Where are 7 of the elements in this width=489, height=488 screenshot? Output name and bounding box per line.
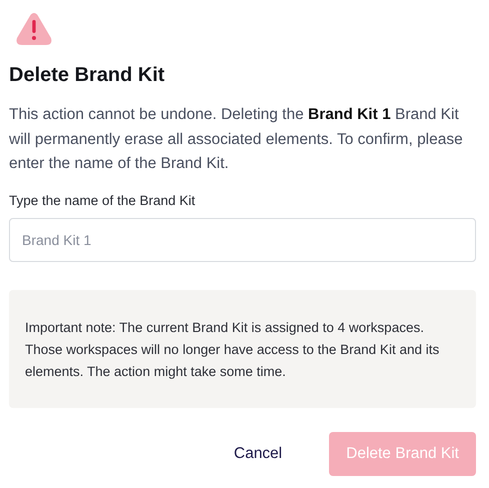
- dialog-message: This action cannot be undone. Deleting the Brand Kit 1 Brand Kit will permanently erase all associated elements. To confirm, please enter the name of the Brand Kit.: [9, 105, 464, 174]
- dialog-title: Delete Brand Kit: [9, 64, 166, 87]
- note-text: Important note: The current Brand Kit is assigned to 4 workspaces. Those workspaces will no longer have access to the Brand Kit and its elements. The action might take some time.: [25, 318, 440, 381]
- cancel-button[interactable]: Cancel: [216, 432, 300, 476]
- warning-icon: [15, 12, 53, 46]
- field-label: Type the name of the Brand Kit: [9, 192, 196, 208]
- name-input-field[interactable]: Brand Kit 1: [9, 218, 476, 262]
